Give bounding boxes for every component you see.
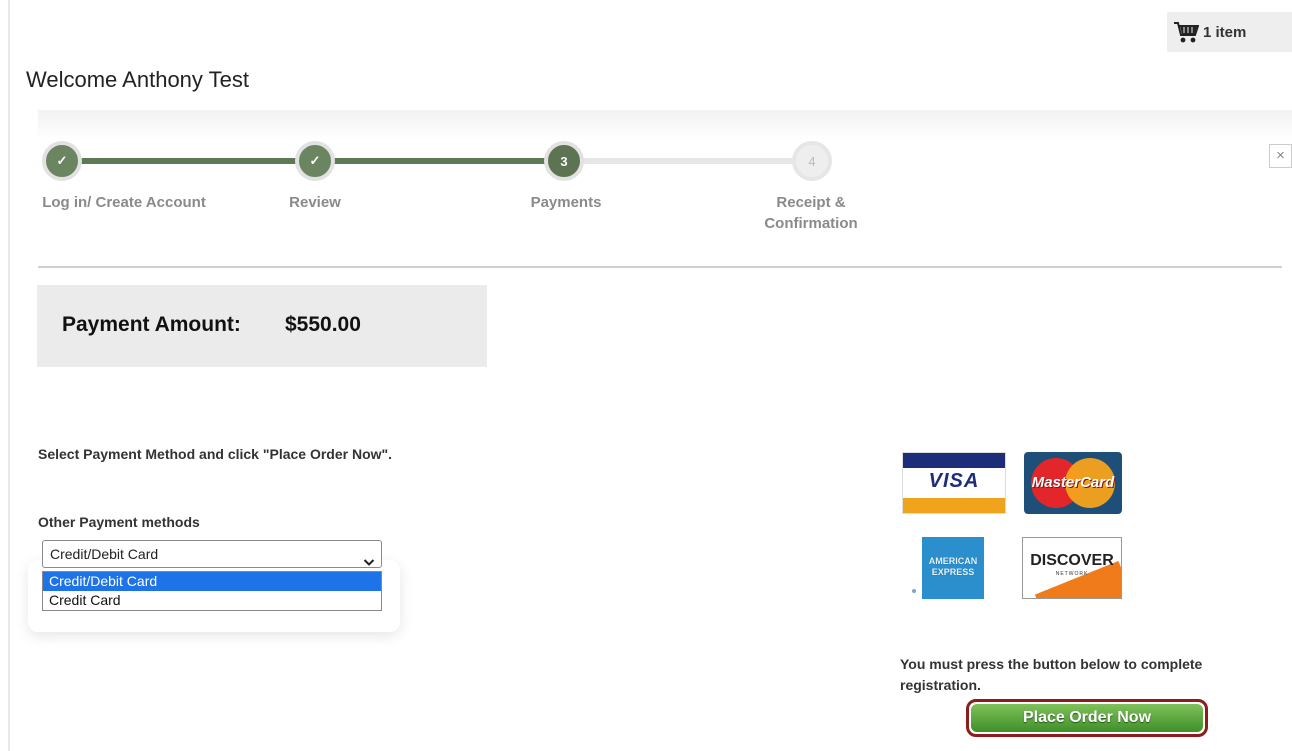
discover-logo: DISCOVER NETWORK bbox=[1022, 537, 1122, 599]
payment-amount-label: Payment Amount: bbox=[62, 313, 241, 336]
cart-count: 1 item bbox=[1203, 23, 1247, 41]
visa-logo-text: VISA bbox=[928, 470, 980, 492]
step-4-number: 4 bbox=[792, 141, 832, 181]
payment-method-options: Credit/Debit Card Credit Card bbox=[42, 571, 382, 611]
step-label-payments: Payments bbox=[530, 194, 602, 211]
option-credit-card[interactable]: Credit Card bbox=[43, 591, 381, 610]
place-order-button[interactable]: Place Order Now bbox=[966, 699, 1208, 737]
other-payment-methods-label: Other Payment methods bbox=[38, 514, 200, 530]
visa-logo: VISA bbox=[902, 452, 1006, 514]
payment-amount-value: $550.00 bbox=[285, 313, 361, 336]
step-label-receipt: Receipt & Confirmation bbox=[764, 192, 857, 234]
cart-button[interactable]: 1 item bbox=[1167, 12, 1292, 52]
step-3-number: 3 bbox=[544, 141, 584, 181]
steps-band bbox=[38, 110, 1292, 140]
section-divider bbox=[38, 266, 1282, 268]
step-label-receipt-line1: Receipt & bbox=[776, 194, 846, 211]
welcome-heading: Welcome Anthony Test bbox=[26, 67, 249, 92]
step-label-receipt-line2: Confirmation bbox=[764, 215, 858, 232]
left-border bbox=[8, 0, 10, 751]
mastercard-logo-text: MasterCard bbox=[1031, 474, 1115, 491]
mastercard-logo: MasterCard bbox=[1024, 452, 1122, 514]
step-label-review: Review bbox=[289, 194, 341, 211]
step-label-login: Log in/ Create Account bbox=[42, 194, 206, 211]
payment-instruction: Select Payment Method and click "Place O… bbox=[38, 446, 393, 462]
amex-dot bbox=[912, 589, 916, 593]
progress-track-remaining bbox=[570, 158, 816, 164]
amex-logo-text: AMERICAN EXPRESS bbox=[922, 556, 984, 578]
step-2-check-icon: ✓ bbox=[295, 141, 335, 181]
amex-line2: EXPRESS bbox=[931, 567, 975, 577]
close-icon[interactable]: × bbox=[1269, 144, 1292, 168]
payment-method-selected-value: Credit/Debit Card bbox=[50, 546, 159, 562]
shopping-cart-icon bbox=[1173, 20, 1199, 44]
option-credit-debit-card[interactable]: Credit/Debit Card bbox=[43, 572, 381, 591]
discover-logo-text: DISCOVER bbox=[1030, 552, 1114, 569]
amex-logo: AMERICAN EXPRESS bbox=[922, 537, 984, 599]
amex-line1: AMERICAN bbox=[928, 556, 978, 566]
completion-notice: You must press the button below to compl… bbox=[900, 656, 1203, 693]
payment-amount-panel: Payment Amount: $550.00 bbox=[37, 285, 487, 367]
place-order-label: Place Order Now bbox=[971, 704, 1203, 732]
step-1-check-icon: ✓ bbox=[42, 141, 82, 181]
discover-logo-sub: NETWORK bbox=[1055, 571, 1089, 577]
payment-method-select[interactable]: Credit/Debit Card bbox=[42, 540, 382, 568]
